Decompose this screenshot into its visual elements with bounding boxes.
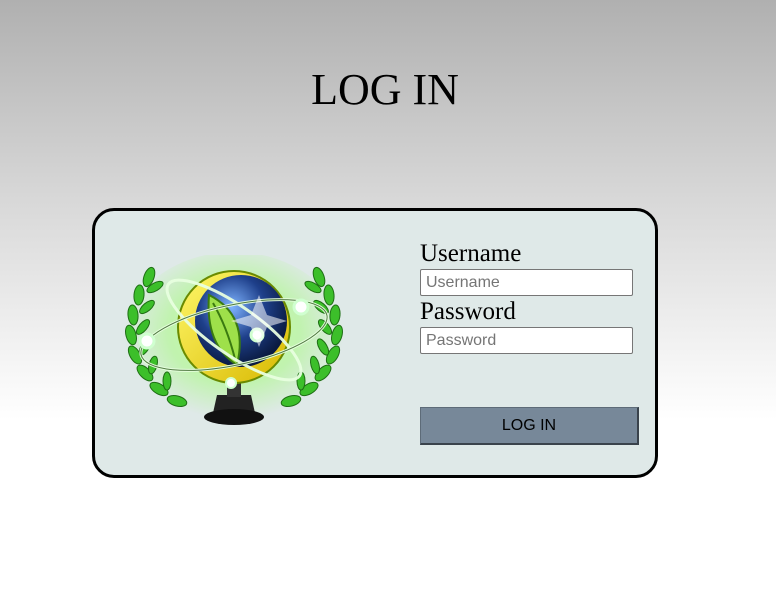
page-title: LOG IN xyxy=(311,65,459,114)
login-card: Username Password LOG IN xyxy=(92,208,658,478)
password-label: Password xyxy=(420,298,516,325)
username-input[interactable] xyxy=(420,269,633,296)
login-form: Username Password xyxy=(420,239,650,355)
username-label: Username xyxy=(420,240,522,267)
login-button[interactable]: LOG IN xyxy=(420,407,639,445)
emblem-logo-icon xyxy=(124,255,344,428)
password-input[interactable] xyxy=(420,327,633,354)
